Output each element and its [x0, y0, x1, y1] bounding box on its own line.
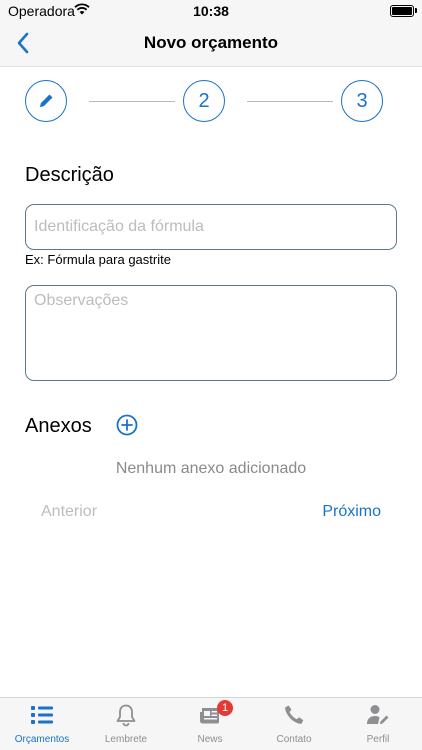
step-3[interactable]: 3	[341, 80, 383, 122]
step-2-label: 2	[198, 89, 210, 112]
tab-label: Orçamentos	[14, 734, 70, 745]
navigation-bar: Novo orçamento	[0, 22, 422, 67]
tab-label: Lembrete	[104, 734, 148, 745]
step-connector	[89, 101, 175, 102]
tab-contato[interactable]: Contato	[252, 698, 336, 750]
next-button[interactable]: Próximo	[322, 503, 381, 521]
tab-label: News	[197, 734, 223, 745]
identification-hint: Ex: Fórmula para gastrite	[25, 252, 171, 267]
battery-icon	[390, 5, 417, 17]
notification-badge: 1	[217, 700, 233, 716]
page-title: Novo orçamento	[143, 33, 279, 52]
observations-input[interactable]	[25, 285, 397, 381]
status-time: 10:38	[193, 3, 229, 19]
step-1-edit[interactable]	[25, 80, 67, 122]
tab-news[interactable]: 1 News	[168, 698, 252, 750]
tab-label: Perfil	[366, 734, 390, 745]
stepper: 2 3	[0, 66, 422, 140]
description-title: Descrição	[25, 164, 114, 186]
tab-bar: Orçamentos Lembrete 1 News Contato Perfi…	[0, 697, 422, 750]
attachments-empty-message: Nenhum anexo adicionado	[115, 460, 307, 477]
phone-icon	[285, 705, 304, 724]
user-edit-icon	[367, 705, 389, 724]
list-icon	[31, 706, 53, 724]
attachments-title: Anexos	[25, 415, 92, 437]
pencil-icon	[40, 94, 53, 107]
bell-icon	[116, 704, 136, 727]
add-attachment-icon[interactable]	[116, 414, 138, 436]
tab-orcamentos[interactable]: Orçamentos	[0, 698, 84, 750]
step-3-label: 3	[356, 89, 368, 112]
tab-perfil[interactable]: Perfil	[336, 698, 420, 750]
formula-identification-input[interactable]	[25, 204, 397, 250]
step-connector	[247, 101, 333, 102]
tab-label: Contato	[276, 734, 312, 745]
step-2[interactable]: 2	[183, 80, 225, 122]
previous-button[interactable]: Anterior	[41, 503, 97, 521]
tab-lembrete[interactable]: Lembrete	[84, 698, 168, 750]
status-bar: Operadora 10:38	[0, 0, 422, 22]
